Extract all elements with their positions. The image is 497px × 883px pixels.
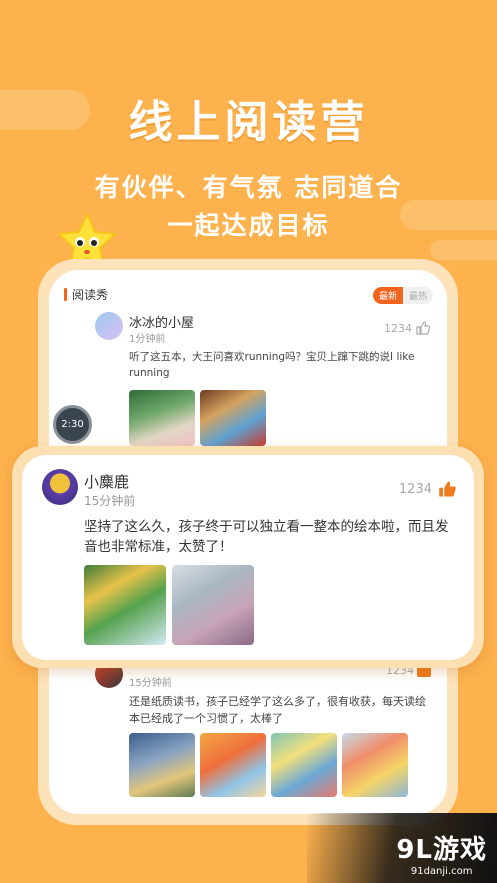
bg-cloud-right-2: [430, 240, 497, 260]
watermark-site: 91danji.com: [410, 866, 473, 877]
timer-icon[interactable]: 2:30: [53, 405, 92, 444]
section-marker: [64, 288, 67, 301]
subline-1: 有伙伴、有气氛 志同道合: [94, 173, 403, 202]
featured-username[interactable]: 小麋鹿: [84, 471, 129, 492]
post-photo[interactable]: [271, 733, 337, 797]
avatar[interactable]: [42, 469, 78, 505]
featured-photo[interactable]: [84, 565, 166, 645]
like-button[interactable]: 1234: [399, 479, 458, 499]
featured-card[interactable]: 小麋鹿 15分钟前 1234 坚持了这么久，孩子终于可以独立看一整本的绘本啦，而…: [22, 455, 474, 660]
like-button[interactable]: 1234: [384, 320, 431, 336]
thumbs-up-icon: [439, 481, 456, 497]
like-count: 1234: [384, 321, 412, 335]
post-photo[interactable]: [342, 733, 408, 797]
post-username[interactable]: 冰冰的小屋: [129, 312, 194, 331]
post-time: 15分钟前: [129, 678, 172, 689]
watermark-logo: 9L游戏: [396, 835, 487, 865]
featured-time: 15分钟前: [84, 494, 136, 508]
thumbs-up-icon: [416, 321, 431, 335]
post-photo[interactable]: [129, 390, 195, 446]
post-time: 1分钟前: [129, 334, 166, 345]
watermark: 9L游戏 91danji.com: [396, 829, 487, 877]
post-photo[interactable]: [200, 390, 266, 446]
avatar[interactable]: [95, 312, 123, 340]
post-photo[interactable]: [200, 733, 266, 797]
section-title: 阅读秀: [64, 286, 108, 303]
post-text: 听了这五本，大王问喜欢running吗？宝贝上蹿下跳的说I like runni…: [129, 351, 415, 379]
post-text: 还是纸质读书，孩子已经学了这么多了，很有收获，每天读绘本已经成了一个习惯了，太棒…: [129, 695, 426, 725]
featured-text: 坚持了这么久，孩子终于可以独立看一整本的绘本啦，而且发音也非常标准，太赞了！: [84, 519, 449, 556]
section-title-text: 阅读秀: [72, 288, 109, 302]
post-photo[interactable]: [129, 733, 195, 797]
tab-latest[interactable]: 最新: [372, 287, 403, 304]
like-count: 1234: [398, 481, 432, 497]
tab-hot[interactable]: 最热: [402, 287, 433, 304]
sort-toggle[interactable]: 最新 最热: [372, 287, 433, 304]
featured-photo[interactable]: [172, 565, 254, 645]
headline: 线上阅读营: [128, 97, 369, 148]
